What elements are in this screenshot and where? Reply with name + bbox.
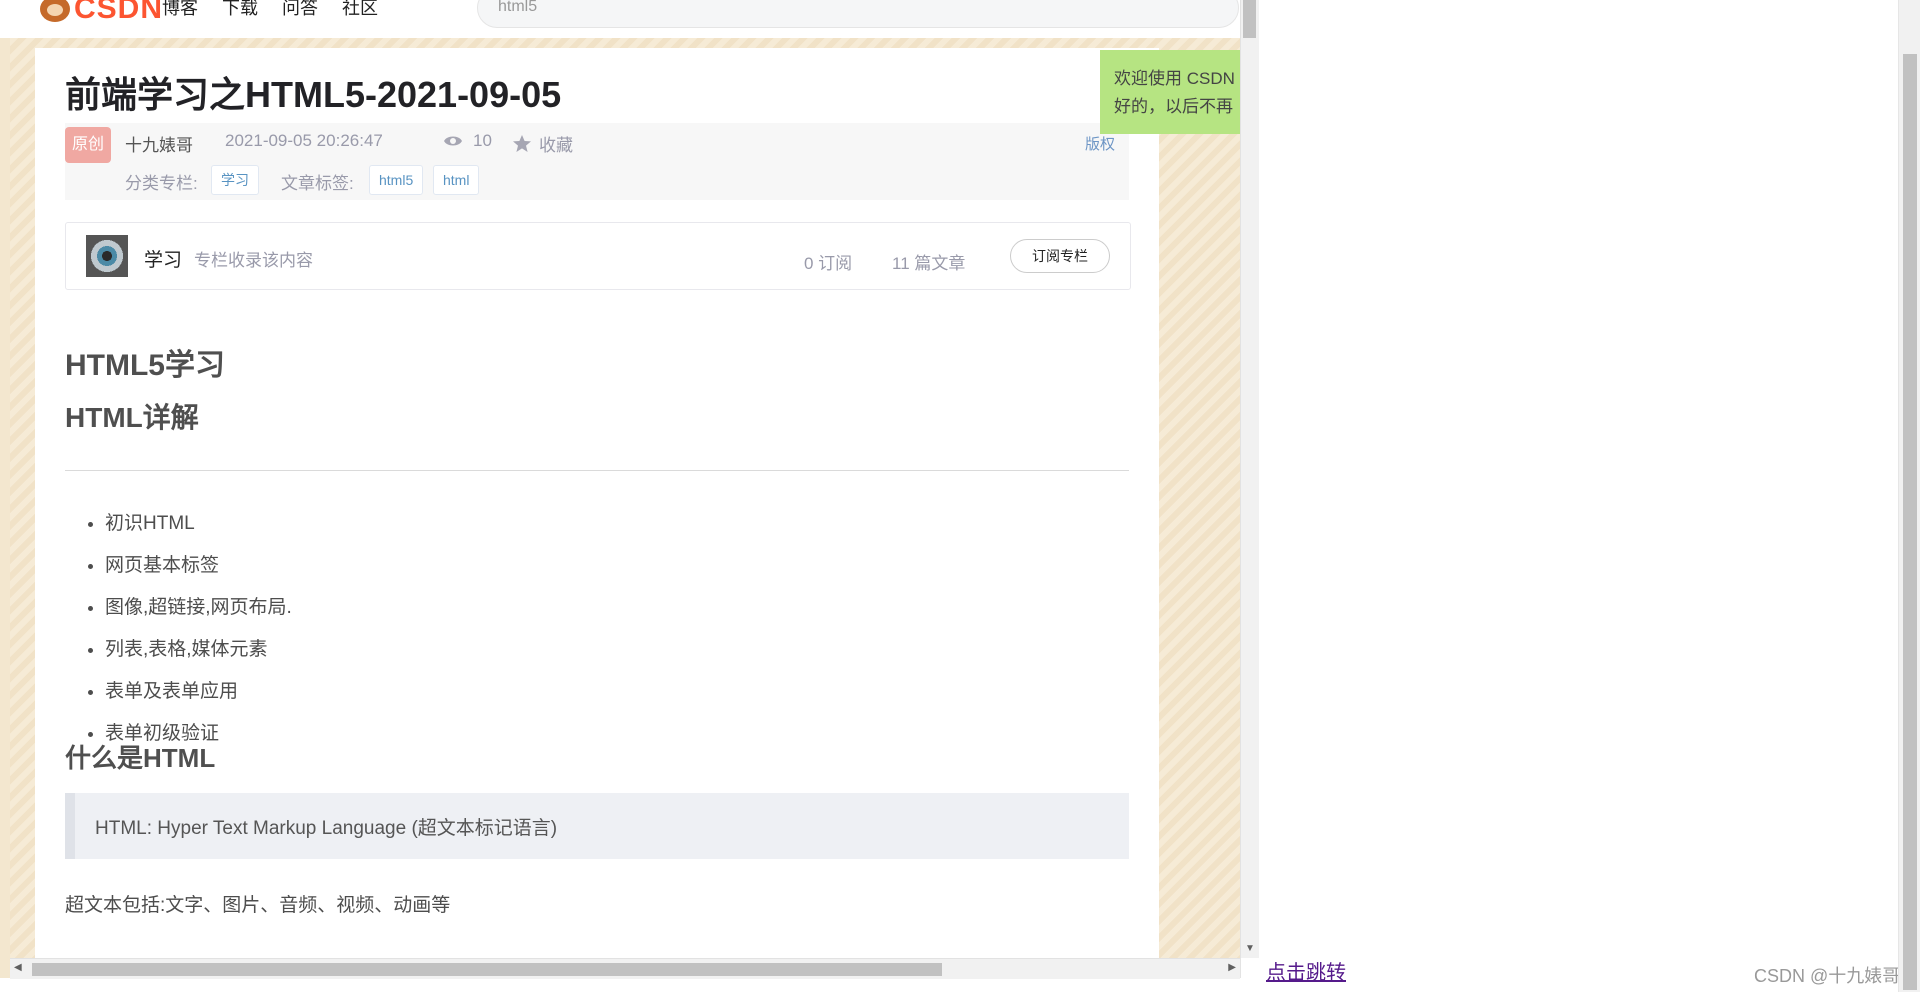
column-card: 学习 专栏收录该内容 0 订阅 11 篇文章 订阅专栏 (65, 222, 1131, 290)
nav-item-download[interactable]: 下载 (222, 0, 258, 20)
nav-item-qa[interactable]: 问答 (282, 0, 318, 20)
welcome-notice[interactable]: 欢迎使用 CSDN 好的，以后不再 (1100, 50, 1240, 134)
top-navbar: CSDN 博客 下载 问答 社区 (0, 0, 1240, 38)
scrollbar-thumb[interactable] (32, 963, 942, 976)
scroll-right-icon[interactable]: ▶ (1228, 962, 1236, 973)
embedded-page-frame: CSDN 博客 下载 问答 社区 前端学习之HTML5-2021-09-05 原… (0, 0, 1241, 978)
favorite-label: 收藏 (539, 136, 573, 155)
search-input[interactable] (496, 0, 1200, 17)
category-label: 分类专栏: (125, 174, 198, 193)
tag-html5[interactable]: html5 (369, 165, 424, 195)
tag-html[interactable]: html (433, 165, 480, 195)
article-meta: 原创 十九婊哥 2021-09-05 20:26:47 10 收藏 版权 分类专… (65, 123, 1129, 200)
main-nav: 博客 下载 问答 社区 (162, 0, 378, 20)
list-item: 网页基本标签 (105, 545, 292, 587)
csdn-logo[interactable]: CSDN (40, 0, 164, 25)
column-name[interactable]: 学习 (144, 245, 182, 272)
search-box (477, 0, 1239, 28)
article-title: 前端学习之HTML5-2021-09-05 (65, 74, 562, 115)
copyright-link[interactable]: 版权 (1085, 133, 1115, 154)
paragraph: 超文本包括:文字、图片、音频、视频、动画等 (65, 895, 451, 916)
scrollbar-thumb[interactable] (1903, 54, 1917, 990)
notice-line-2: 好的，以后不再 (1114, 97, 1233, 116)
eye-icon (444, 136, 462, 146)
nav-item-blog[interactable]: 博客 (162, 0, 198, 20)
tags-label: 文章标签: (281, 174, 354, 193)
jump-link[interactable]: 点击跳转 (1266, 956, 1346, 985)
view-count: 10 (443, 131, 492, 151)
page-vertical-scrollbar[interactable] (1898, 0, 1920, 992)
logo-text: CSDN (74, 0, 164, 25)
mascot-icon (40, 0, 70, 22)
topic-list: 初识HTML 网页基本标签 图像,超链接,网页布局. 列表,表格,媒体元素 表单… (65, 503, 292, 755)
blockquote: HTML: Hyper Text Markup Language (超文本标记语… (65, 793, 1129, 859)
list-item: 列表,表格,媒体元素 (105, 629, 292, 671)
notice-line-1: 欢迎使用 CSDN (1114, 69, 1235, 88)
list-item: 表单及表单应用 (105, 671, 292, 713)
nav-item-community[interactable]: 社区 (342, 0, 378, 20)
list-item: 初识HTML (105, 503, 292, 545)
heading-html5: HTML5学习 (65, 349, 225, 382)
list-item: 图像,超链接,网页布局. (105, 587, 292, 629)
author-name[interactable]: 十九婊哥 (125, 131, 193, 156)
article-card: 前端学习之HTML5-2021-09-05 原创 十九婊哥 2021-09-05… (35, 48, 1159, 968)
divider (65, 470, 1129, 471)
scrollbar-thumb[interactable] (1243, 0, 1256, 38)
csdn-watermark: CSDN @十九婊哥 (1754, 966, 1901, 986)
scroll-down-icon[interactable]: ▼ (1245, 943, 1255, 954)
heading-html-detail: HTML详解 (65, 402, 199, 433)
frame-horizontal-scrollbar[interactable]: ◀ ▶ (10, 958, 1240, 979)
star-icon (513, 135, 531, 152)
scroll-left-icon[interactable]: ◀ (14, 962, 22, 973)
favorite-button[interactable]: 收藏 (513, 131, 573, 156)
heading-what-is-html: 什么是HTML (65, 743, 216, 773)
original-badge: 原创 (65, 127, 111, 163)
column-subscribers: 0 订阅 (804, 254, 853, 273)
subscribe-column-button[interactable]: 订阅专栏 (1010, 239, 1110, 273)
category-tag[interactable]: 学习 (211, 165, 259, 195)
publish-date: 2021-09-05 20:26:47 (225, 131, 383, 150)
column-cover-image[interactable] (86, 235, 128, 277)
blockquote-text: HTML: Hyper Text Markup Language (超文本标记语… (95, 818, 558, 839)
column-article-count: 11 篇文章 (892, 254, 966, 273)
column-desc: 专栏收录该内容 (194, 251, 313, 270)
frame-vertical-scrollbar[interactable]: ▼ (1240, 0, 1259, 958)
view-count-value: 10 (473, 131, 492, 150)
